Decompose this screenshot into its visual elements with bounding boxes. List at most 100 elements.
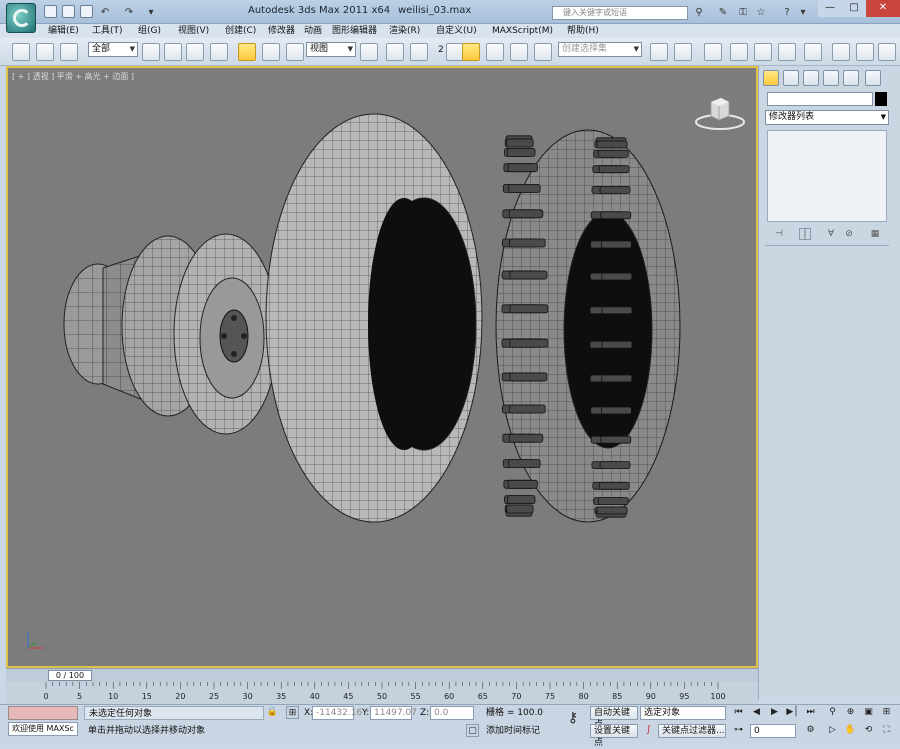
align-icon[interactable] xyxy=(674,43,692,61)
rectangular-selection-icon[interactable] xyxy=(186,43,204,61)
select-and-move-icon[interactable] xyxy=(238,43,256,61)
select-manipulate-icon[interactable] xyxy=(386,43,404,61)
search-input[interactable]: 键入关键字或短语 xyxy=(552,6,688,20)
make-unique-icon[interactable]: ∀ xyxy=(825,228,837,240)
pan-view-icon[interactable]: ✋ xyxy=(844,724,857,737)
select-and-scale-icon[interactable] xyxy=(286,43,304,61)
zoom-all-icon[interactable]: ⊕ xyxy=(844,706,857,719)
previous-frame-icon[interactable]: ◀ xyxy=(750,706,763,719)
menu-group[interactable]: 组(G) xyxy=(138,24,161,38)
keyboard-shortcut-override-icon[interactable] xyxy=(410,43,428,61)
selection-filter-dropdown[interactable]: 全部 xyxy=(88,42,138,57)
play-icon[interactable]: ▶ xyxy=(768,706,781,719)
orbit-icon[interactable]: ⟲ xyxy=(862,724,875,737)
select-and-rotate-icon[interactable] xyxy=(262,43,280,61)
utilities-tab-icon[interactable] xyxy=(865,70,881,86)
named-selection-dropdown[interactable]: 创建选择集 xyxy=(558,42,642,57)
layer-manager-icon[interactable] xyxy=(704,43,722,61)
set-key-icon[interactable]: ⚷ xyxy=(562,711,584,725)
render-production-icon[interactable] xyxy=(878,43,896,61)
menu-views[interactable]: 视图(V) xyxy=(178,24,209,38)
key-icon[interactable]: ⚿ xyxy=(736,6,750,19)
z-coord-field[interactable]: 0.0 xyxy=(430,706,474,720)
menu-rendering[interactable]: 渲染(R) xyxy=(389,24,420,38)
time-tag-icon[interactable]: ▢ xyxy=(466,724,479,737)
menu-maxscript[interactable]: MAXScript(M) xyxy=(492,24,553,38)
maximize-viewport-icon[interactable]: ⛶ xyxy=(880,724,893,737)
object-name-field[interactable] xyxy=(767,92,873,106)
menu-create[interactable]: 创建(C) xyxy=(225,24,256,38)
bind-space-warp-icon[interactable] xyxy=(60,43,78,61)
link-icon[interactable] xyxy=(12,43,30,61)
graphite-ribbon-icon[interactable] xyxy=(730,43,748,61)
modifier-stack[interactable] xyxy=(767,130,887,222)
zoom-extents-icon[interactable]: ▣ xyxy=(862,706,875,719)
key-filters-button[interactable]: 关键点过滤器... xyxy=(658,724,726,738)
select-object-icon[interactable] xyxy=(142,43,160,61)
y-coord-field[interactable]: 11497.07 xyxy=(370,706,417,720)
create-tab-icon[interactable] xyxy=(763,70,779,86)
go-to-end-icon[interactable]: ⏭ xyxy=(804,706,817,719)
help-dropdown-icon[interactable]: ▾ xyxy=(796,6,810,19)
menu-tools[interactable]: 工具(T) xyxy=(92,24,123,38)
render-setup-icon[interactable] xyxy=(832,43,850,61)
menu-modifiers[interactable]: 修改器 xyxy=(268,24,295,38)
perspective-viewport[interactable]: [ + ] 透视 ] 平滑 + 高光 + 边面 ] xyxy=(6,66,758,668)
help-icon[interactable]: ? xyxy=(780,6,794,19)
set-key-button[interactable]: 设置关键点 xyxy=(590,724,638,748)
pin-stack-icon[interactable]: ⊣ xyxy=(773,228,785,240)
quick-access-dropdown-icon[interactable]: ▾ xyxy=(144,6,158,19)
maxscript-mini-field[interactable]: 欢迎使用 MAXSc xyxy=(8,722,78,736)
pivot-center-icon[interactable] xyxy=(360,43,378,61)
redo-icon[interactable]: ↷ xyxy=(122,6,136,19)
object-color-swatch[interactable] xyxy=(875,92,887,106)
snaps-toggle-label[interactable]: 2 xyxy=(438,43,444,57)
material-editor-icon[interactable] xyxy=(804,43,822,61)
motion-tab-icon[interactable] xyxy=(823,70,839,86)
communication-center-icon[interactable]: ✎ xyxy=(716,6,730,19)
app-logo-icon[interactable] xyxy=(6,3,36,33)
curve-editor-icon[interactable] xyxy=(754,43,772,61)
rendered-frame-window-icon[interactable] xyxy=(856,43,874,61)
time-slider-bar[interactable]: 0 / 100 xyxy=(6,668,758,682)
new-file-icon[interactable] xyxy=(44,5,57,18)
maximize-button[interactable]: □ xyxy=(842,0,866,17)
close-button[interactable]: ✕ xyxy=(866,0,900,17)
modifier-list-dropdown[interactable]: 修改器列表 xyxy=(765,110,889,125)
unlink-icon[interactable] xyxy=(36,43,54,61)
edit-named-selection-icon[interactable] xyxy=(534,43,552,61)
go-to-start-icon[interactable]: ⏮ xyxy=(732,706,745,719)
x-coord-field[interactable]: -11432.16 xyxy=(312,706,362,720)
time-configuration-icon[interactable]: ⚙ xyxy=(804,724,817,737)
hierarchy-tab-icon[interactable] xyxy=(803,70,819,86)
percent-snap-icon[interactable] xyxy=(486,43,504,61)
remove-modifier-icon[interactable]: ⊘ xyxy=(843,228,855,240)
modify-tab-icon[interactable] xyxy=(783,70,799,86)
lock-selection-icon[interactable]: 🔒 xyxy=(266,706,279,719)
auto-key-button[interactable]: 自动关键点 xyxy=(590,706,638,730)
show-end-result-icon[interactable]: │ xyxy=(799,228,811,240)
absolute-mode-icon[interactable]: ⊞ xyxy=(286,706,299,719)
binoculars-icon[interactable]: ⚲ xyxy=(692,6,706,19)
minimize-button[interactable]: — xyxy=(818,0,842,17)
menu-animation[interactable]: 动画 xyxy=(304,24,322,38)
menu-graph-editors[interactable]: 图形编辑器 xyxy=(332,24,377,38)
maxscript-listener-mini[interactable] xyxy=(8,706,78,720)
reference-coord-dropdown[interactable]: 视图 xyxy=(306,42,356,57)
menu-customize[interactable]: 自定义(U) xyxy=(436,24,477,38)
time-slider-thumb[interactable]: 0 / 100 xyxy=(48,670,92,681)
save-icon[interactable] xyxy=(80,5,93,18)
menu-edit[interactable]: 编辑(E) xyxy=(48,24,79,38)
spinner-snap-icon[interactable] xyxy=(510,43,528,61)
favorites-star-icon[interactable]: ☆ xyxy=(754,6,768,19)
angle-snap-icon[interactable] xyxy=(462,43,480,61)
select-by-name-icon[interactable] xyxy=(164,43,182,61)
next-frame-icon[interactable]: ▶│ xyxy=(786,706,799,719)
menu-help[interactable]: 帮助(H) xyxy=(567,24,599,38)
configure-modifier-sets-icon[interactable]: ▦ xyxy=(869,228,881,240)
schematic-view-icon[interactable] xyxy=(778,43,796,61)
add-time-tag-button[interactable]: 添加时间标记 xyxy=(486,724,540,738)
zoom-extents-all-icon[interactable]: ⊞ xyxy=(880,706,893,719)
key-mode-toggle-icon[interactable]: ⊶ xyxy=(732,724,745,737)
undo-icon[interactable]: ↶ xyxy=(98,6,112,19)
